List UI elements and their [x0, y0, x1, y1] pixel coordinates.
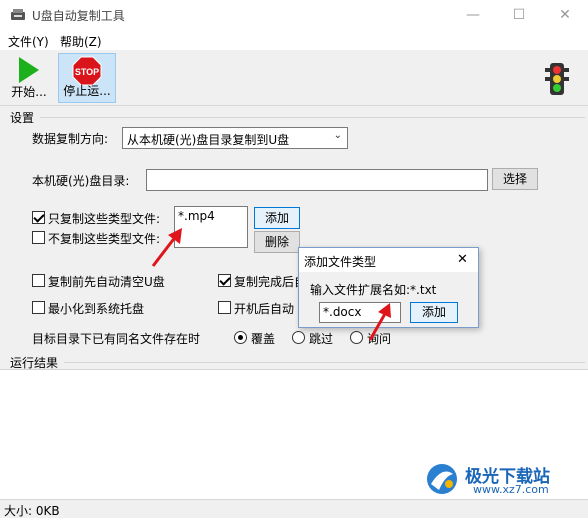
after-done-checkbox[interactable] [218, 274, 231, 287]
direction-select-value: 从本机硬(光)盘目录复制到U盘 [127, 133, 290, 147]
browse-button[interactable]: 选择 [492, 168, 538, 190]
watermark-logo-icon [427, 464, 457, 494]
settings-divider [40, 117, 585, 118]
overwrite-radio[interactable] [234, 331, 247, 344]
autostart-label: 开机后自动 [234, 302, 295, 316]
direction-select[interactable]: 从本机硬(光)盘目录复制到U盘 ⌄ [122, 127, 348, 149]
close-button[interactable]: ✕ [542, 0, 588, 30]
window-title: U盘自动复制工具 [32, 9, 125, 23]
minimize-tray-label: 最小化到系统托盘 [48, 302, 145, 316]
dialog-title-bar: 添加文件类型 ✕ [299, 248, 478, 272]
add-type-button[interactable]: 添加 [254, 207, 300, 229]
menu-help[interactable]: 帮助(Z) [60, 33, 102, 50]
watermark-url: www.xz7.com [473, 483, 549, 496]
watermark: 极光下载站 www.xz7.com [425, 462, 585, 496]
stop-sign-text: STOP [75, 67, 99, 77]
menu-bar: 文件(Y) 帮助(Z) [0, 30, 588, 50]
usb-drive-icon [11, 9, 25, 20]
overwrite-label: 覆盖 [251, 332, 276, 346]
local-dir-label: 本机硬(光)盘目录: [32, 174, 130, 188]
traffic-light-icon [545, 63, 569, 95]
stop-button[interactable]: STOP 停止运... [58, 53, 116, 103]
stop-button-label: 停止运... [63, 84, 111, 98]
minimize-tray-checkbox[interactable] [32, 301, 45, 314]
results-divider [64, 362, 585, 363]
clear-before-checkbox[interactable] [32, 274, 45, 287]
start-button-label: 开始... [11, 85, 47, 99]
skip-label: 跳过 [309, 332, 334, 346]
toolbar: 开始... STOP 停止运... [0, 50, 588, 106]
menu-file[interactable]: 文件(Y) [8, 33, 49, 50]
dialog-close-icon[interactable]: ✕ [457, 252, 468, 267]
status-bar: 大小: 0KB [0, 499, 588, 518]
annotation-arrow-icon [151, 228, 182, 267]
annotation-arrow-icon-2 [368, 303, 391, 341]
autostart-checkbox[interactable] [218, 301, 231, 314]
chevron-down-icon: ⌄ [333, 130, 342, 141]
only-copy-checkbox[interactable] [32, 211, 45, 224]
start-button[interactable]: 开始... [4, 53, 54, 103]
exclude-checkbox[interactable] [32, 231, 45, 244]
only-copy-label: 只复制这些类型文件: [48, 212, 161, 226]
same-name-label: 目标目录下已有同名文件存在时 [32, 332, 201, 346]
clear-before-label: 复制前先自动清空U盘 [48, 275, 165, 289]
dialog-title: 添加文件类型 [304, 255, 377, 269]
direction-label: 数据复制方向: [32, 132, 109, 146]
exclude-label: 不复制这些类型文件: [48, 232, 161, 246]
local-dir-input[interactable] [146, 169, 488, 191]
delete-type-button[interactable]: 删除 [254, 231, 300, 253]
maximize-button[interactable]: ☐ [496, 0, 542, 30]
ask-radio[interactable] [350, 331, 363, 344]
dialog-add-button[interactable]: 添加 [410, 302, 458, 323]
skip-radio[interactable] [292, 331, 305, 344]
title-bar: U盘自动复制工具 — ☐ ✕ [0, 0, 588, 30]
minimize-button[interactable]: — [450, 0, 496, 30]
settings-group-title: 设置 [10, 111, 35, 125]
play-icon [19, 57, 39, 83]
size-status: 大小: 0KB [4, 504, 60, 518]
after-done-label: 复制完成后自 [234, 275, 307, 289]
dialog-prompt: 输入文件扩展名如:*.txt [310, 283, 437, 297]
